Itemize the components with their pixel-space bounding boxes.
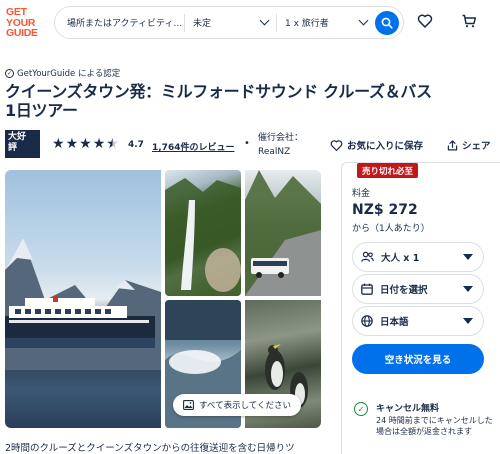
- coach-bus-shape: [245, 170, 321, 296]
- calendar-icon: [361, 283, 373, 295]
- rating-badge: 大好 評: [5, 130, 40, 158]
- star-icon: ★: [92, 136, 106, 152]
- price-per-person: から（1人あたり）: [352, 224, 430, 234]
- top-header: GET YOUR GUIDE 場所またはアクティビティ... 未定 1 x 旅行…: [0, 0, 500, 46]
- operator-info: 催行会社： RealNZ: [258, 131, 303, 159]
- search-place-input[interactable]: 場所またはアクティビティ...: [55, 13, 185, 32]
- dropdown-arrow-icon: [463, 318, 473, 324]
- sold-out-badge: 売り切れ必至: [357, 163, 419, 178]
- participants-select[interactable]: 大人 x 1: [352, 242, 484, 272]
- image-icon: [183, 400, 194, 410]
- half-star-icon: ★: [106, 136, 119, 152]
- share-label: シェア: [462, 141, 491, 152]
- waterfall-shape: [165, 178, 241, 296]
- price-value: NZ$ 272: [352, 202, 418, 218]
- star-icon: ★: [79, 136, 92, 152]
- search-place-placeholder: 場所またはアクティビティ...: [67, 19, 183, 29]
- wishlist-header-button[interactable]: [416, 12, 434, 30]
- participants-value: 大人 x 1: [381, 253, 420, 264]
- photo-waterfall[interactable]: [165, 170, 241, 296]
- rating-value: 4.7: [128, 140, 144, 150]
- language-value: 日本語: [380, 317, 409, 328]
- search-bar: 場所またはアクティビティ... 未定 1 x 旅行者: [54, 6, 404, 39]
- cruise-ship-illustration: [5, 296, 155, 348]
- people-icon: [361, 251, 374, 262]
- show-all-photos-label: すべて表示してください: [199, 401, 292, 411]
- verified-label: ✓ GetYourGuide による認定: [5, 67, 120, 79]
- cart-icon: [462, 14, 477, 28]
- share-button[interactable]: シェア: [447, 138, 491, 152]
- photo-gallery: すべて表示してください: [5, 170, 321, 428]
- title-line-1: クイーンズタウン発：ミルフォードサウンド クルーズ＆バス: [5, 82, 432, 101]
- language-select[interactable]: 日本語: [352, 306, 484, 336]
- share-icon: [447, 139, 458, 150]
- cart-button[interactable]: [460, 12, 478, 30]
- check-circle-icon: ✓: [5, 68, 14, 78]
- heart-icon: [330, 139, 343, 151]
- price-label: 料金: [352, 189, 371, 199]
- dropdown-arrow-icon: [463, 286, 473, 292]
- activity-description: 2時間のクルーズとクイーンズタウンからの往復送迎を含む日帰りツ: [5, 443, 295, 454]
- add-to-wishlist-button[interactable]: お気に入りに保存: [330, 138, 423, 152]
- operator-name[interactable]: RealNZ: [258, 145, 303, 159]
- star-icon: ★: [65, 136, 79, 152]
- check-availability-button[interactable]: 空き状況を見る: [352, 344, 484, 374]
- logo-line-3: GUIDE: [6, 27, 38, 40]
- check-icon: ✓: [354, 402, 368, 416]
- operator-label: 催行会社：: [258, 133, 304, 143]
- star-rating: ★ ★ ★ ★ ★: [52, 137, 119, 151]
- page-title: クイーンズタウン発：ミルフォードサウンド クルーズ＆バス 1日ツアー: [5, 82, 495, 120]
- free-cancellation-text: 24 時間前までにキャンセルした場合は全額が返金されます: [376, 416, 493, 436]
- travelers-dropdown[interactable]: 1 x 旅行者: [277, 14, 373, 32]
- free-cancellation-title: キャンセル無料: [376, 404, 440, 414]
- chevron-down-icon: [358, 15, 369, 26]
- wishlist-label: お気に入りに保存: [347, 141, 424, 152]
- badge-line-1: 大好: [8, 132, 27, 142]
- date-value: 未定: [193, 19, 212, 29]
- verified-text: GetYourGuide による認定: [17, 69, 121, 79]
- dropdown-arrow-icon: [463, 254, 473, 260]
- reviews-link[interactable]: 1,764件のレビュー: [152, 140, 234, 153]
- main-photo-cruise-ship[interactable]: [5, 170, 161, 428]
- show-all-photos-button[interactable]: すべて表示してください: [173, 394, 302, 416]
- date-dropdown[interactable]: 未定: [185, 13, 277, 32]
- globe-icon: [361, 315, 373, 327]
- getyourguide-logo[interactable]: GET YOUR GUIDE: [6, 6, 44, 40]
- date-select[interactable]: 日付を選択: [352, 274, 484, 304]
- star-icon: ★: [52, 136, 65, 152]
- search-icon: [381, 17, 393, 29]
- heart-icon: [417, 14, 433, 28]
- date-select-value: 日付を選択: [380, 285, 428, 296]
- search-button[interactable]: [375, 11, 399, 35]
- badge-line-2: 評: [8, 143, 18, 153]
- title-line-2: 1日ツアー: [5, 101, 78, 120]
- separator-dot: •: [244, 138, 250, 149]
- travelers-value: 1 x 旅行者: [285, 19, 329, 29]
- chevron-down-icon: [259, 15, 270, 26]
- photo-coach-bus[interactable]: [245, 170, 321, 296]
